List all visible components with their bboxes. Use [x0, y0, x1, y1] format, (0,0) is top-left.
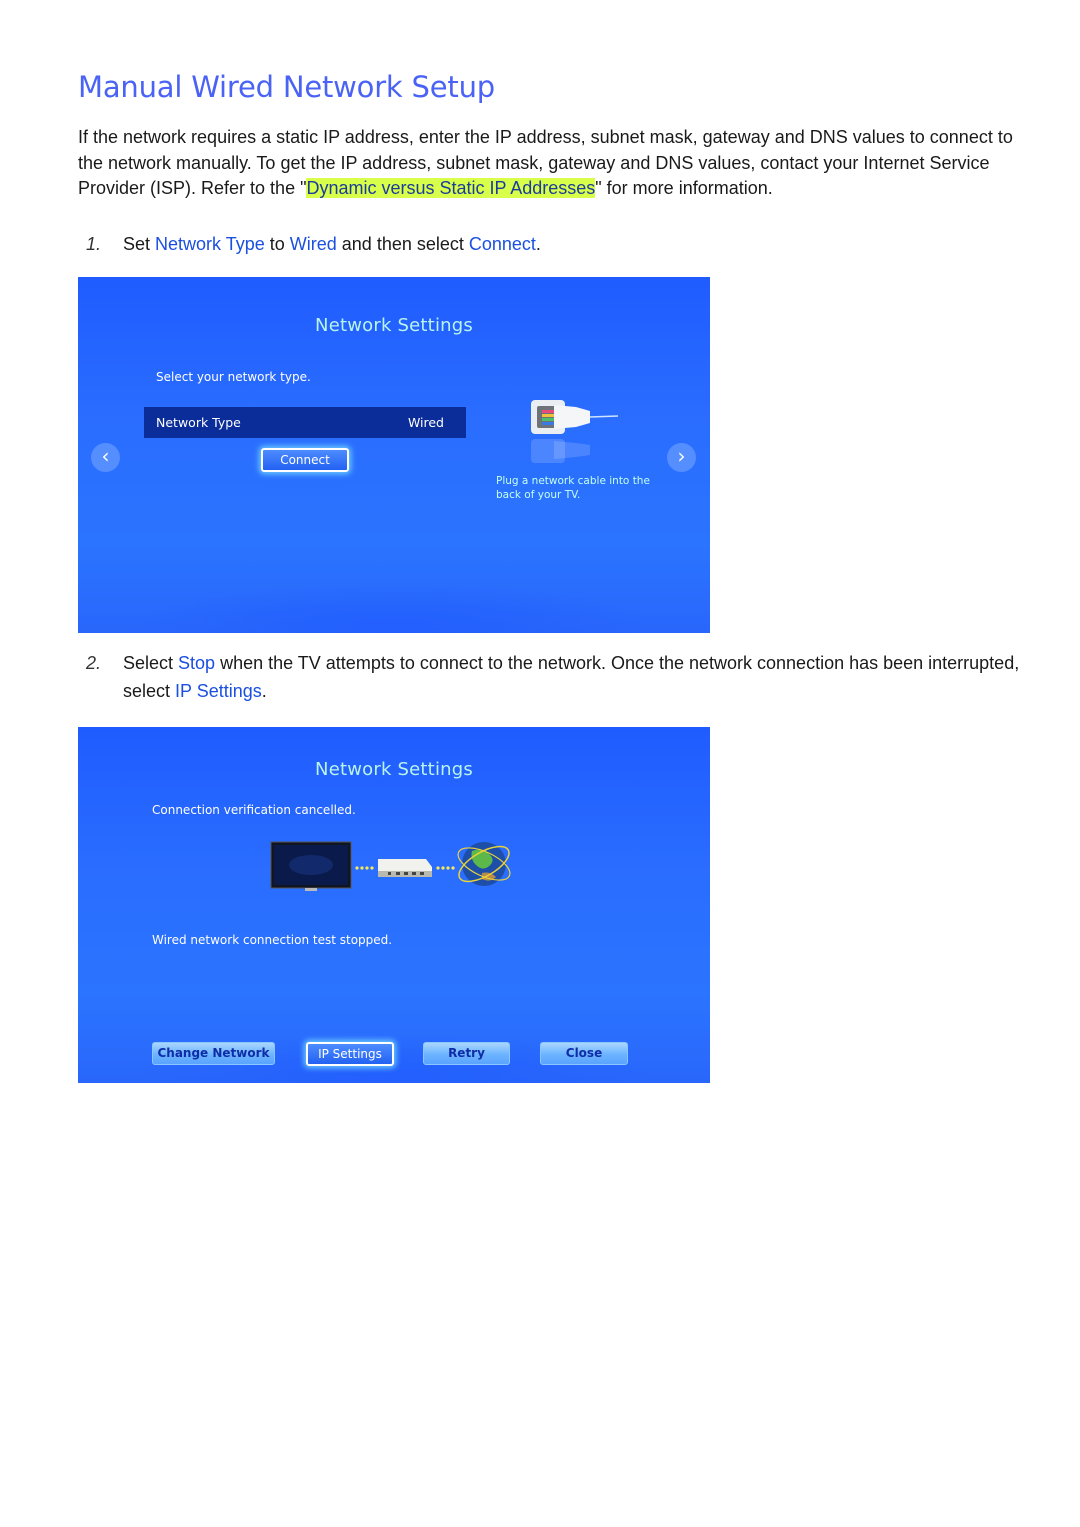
prompt-text: Select your network type.	[156, 370, 311, 384]
network-type-value: Wired	[407, 415, 444, 430]
text: and then select	[336, 234, 469, 254]
step-text: Set Network Type to Wired and then selec…	[123, 230, 1023, 258]
status-text: Connection verification cancelled.	[152, 803, 356, 817]
dynamic-vs-static-link[interactable]: Dynamic versus Static IP Addresses	[306, 178, 596, 198]
dotted-link-left	[355, 866, 374, 870]
keyword-wired: Wired	[289, 234, 337, 254]
network-type-selector[interactable]: Network Type Wired	[144, 407, 466, 438]
connect-button[interactable]: Connect	[261, 448, 349, 472]
globe-icon	[457, 842, 511, 886]
change-network-button[interactable]: Change Network	[152, 1042, 275, 1065]
retry-button[interactable]: Retry	[423, 1042, 510, 1065]
result-text: Wired network connection test stopped.	[152, 933, 393, 947]
connection-diagram	[270, 841, 511, 891]
text: .	[261, 681, 267, 701]
text: .	[535, 234, 541, 254]
background-glow	[138, 583, 650, 633]
blank-page-area	[0, 1090, 1080, 1527]
network-settings-screen-type: Network Settings Select your network typ…	[78, 277, 710, 633]
chevron-left-icon[interactable]: ‹	[91, 443, 120, 472]
text: Set	[123, 234, 156, 254]
keyword-stop: Stop	[178, 653, 216, 673]
page-title: Manual Wired Network Setup	[78, 70, 495, 104]
keyword-ip-settings: IP Settings	[175, 681, 262, 701]
network-type-label: Network Type	[156, 415, 241, 430]
text: Select	[123, 653, 179, 673]
step-text: Select Stop when the TV attempts to conn…	[123, 649, 1023, 705]
screen-title: Network Settings	[315, 759, 473, 780]
screen-title: Network Settings	[315, 315, 473, 336]
network-settings-screen-result: Network Settings Connection verification…	[78, 727, 710, 1083]
keyword-connect: Connect	[468, 234, 536, 254]
ethernet-plug-icon	[531, 400, 619, 463]
intro-text-end: " for more information.	[595, 178, 773, 198]
keyword-network-type: Network Type	[155, 234, 265, 254]
plug-cable-hint: Plug a network cable into the back of yo…	[496, 475, 650, 501]
dotted-link-right	[436, 866, 455, 870]
tv-icon	[270, 841, 352, 891]
router-icon	[378, 859, 432, 877]
text: to	[264, 234, 290, 254]
close-button[interactable]: Close	[540, 1042, 628, 1065]
ip-settings-button[interactable]: IP Settings	[306, 1042, 394, 1066]
step-number: 1.	[86, 234, 102, 254]
step-number: 2.	[86, 653, 102, 673]
intro-paragraph: If the network requires a static IP addr…	[78, 125, 1028, 202]
chevron-right-icon[interactable]: ›	[667, 443, 696, 472]
